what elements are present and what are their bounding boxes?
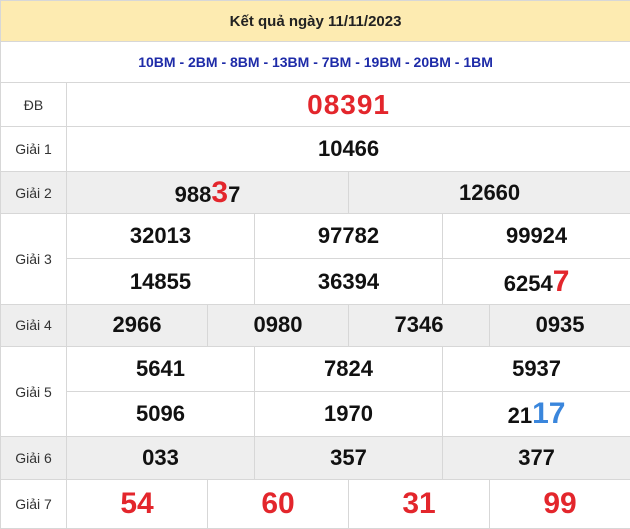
highlight-digit: 17 (532, 397, 566, 431)
prize-g2-2: 12660 (347, 170, 630, 215)
prize-g4-2: 0980 (207, 303, 349, 347)
prize-row-g3-b: 14855 36394 62547 (1, 258, 630, 305)
prize-g3-3: 99924 (441, 213, 630, 260)
highlight-digit: 7 (552, 264, 570, 298)
label-g4: Giải 4 (0, 303, 67, 347)
results-grid: Kết quả ngày 11/11/2023 10BM - 2BM - 8BM… (0, 0, 630, 529)
prize-g7-1: 54 (66, 478, 208, 529)
prize-digits: 7 (228, 181, 241, 207)
prize-g1: 10466 (65, 125, 630, 172)
label-g7: Giải 7 (0, 478, 67, 529)
prize-row-g7: Giải 7 54 60 31 99 (0, 478, 630, 529)
prize-g4-1: 2966 (66, 303, 208, 347)
prize-row-g5-a: Giải 5 5641 7824 5937 (0, 345, 630, 438)
prize-digits: 21 (507, 403, 533, 429)
results-container: Kết quả ngày 11/11/2023 10BM - 2BM - 8BM… (0, 0, 630, 529)
prize-g6-3: 377 (441, 436, 630, 480)
special-prize: 08391 (65, 82, 630, 127)
label-g1: Giải 1 (0, 125, 67, 172)
label-g5: Giải 5 (0, 345, 67, 438)
prize-g5-3: 5937 (441, 345, 630, 393)
prize-row-g6: Giải 6 033 357 377 (0, 436, 630, 480)
prize-row-g2: Giải 2 98837 12660 (0, 170, 630, 215)
prize-g5-1: 5641 (66, 345, 255, 393)
prize-g3-4: 14855 (66, 258, 255, 305)
prize-row-g4: Giải 4 2966 0980 7346 0935 (0, 303, 630, 347)
prize-g6-2: 357 (254, 436, 443, 480)
prize-row-g1: Giải 1 10466 (0, 125, 630, 172)
label-db: ĐB (0, 82, 67, 127)
codes-row: 10BM - 2BM - 8BM - 13BM - 7BM - 19BM - 2… (0, 41, 630, 84)
prize-digits: 6254 (503, 270, 553, 296)
prize-g7-4: 99 (488, 478, 630, 529)
label-g2: Giải 2 (0, 170, 67, 215)
prize-row-g5-b: 5096 1970 2117 (1, 391, 630, 438)
prize-row-g3-a: Giải 3 32013 97782 99924 (0, 213, 630, 305)
prize-g3-1: 32013 (66, 213, 255, 260)
prize-row-db: ĐB 08391 (0, 82, 630, 127)
label-g6: Giải 6 (0, 436, 67, 480)
highlight-digit: 3 (211, 175, 229, 209)
prize-g2-1: 98837 (66, 170, 349, 215)
prize-g4-4: 0935 (488, 303, 630, 347)
prize-digits: 988 (174, 181, 212, 207)
prize-g3-5: 36394 (254, 258, 443, 305)
label-g3: Giải 3 (0, 213, 67, 305)
prize-g7-2: 60 (207, 478, 349, 529)
prize-g7-3: 31 (348, 478, 490, 529)
draw-codes: 10BM - 2BM - 8BM - 13BM - 7BM - 19BM - 2… (0, 41, 630, 84)
prize-g4-3: 7346 (348, 303, 490, 347)
prize-g3-6: 62547 (441, 258, 630, 305)
page-title: Kết quả ngày 11/11/2023 (0, 0, 630, 43)
prize-g5-2: 7824 (254, 345, 443, 393)
prize-g5-5: 1970 (254, 391, 443, 438)
header-row: Kết quả ngày 11/11/2023 (0, 0, 630, 43)
prize-g5-4: 5096 (66, 391, 255, 438)
prize-g6-1: 033 (66, 436, 255, 480)
prize-g5-6: 2117 (441, 391, 630, 438)
prize-g3-2: 97782 (254, 213, 443, 260)
